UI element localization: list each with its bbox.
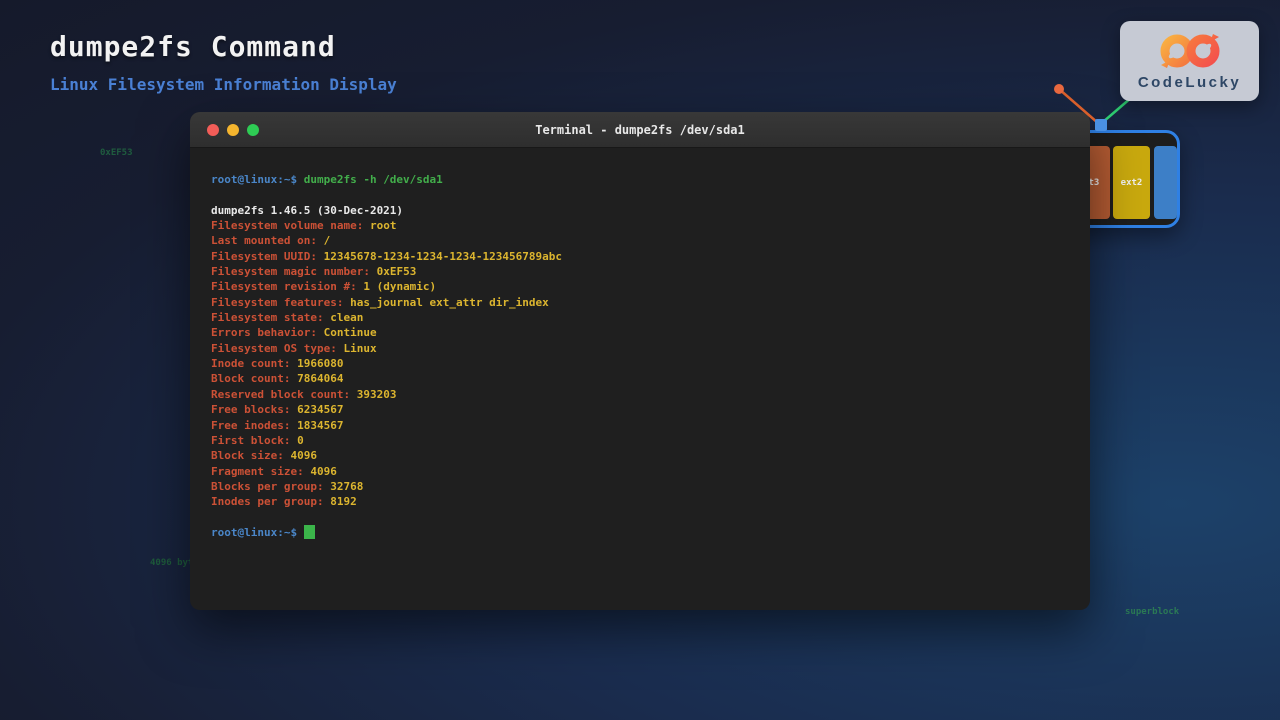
header: dumpe2fs Command Linux Filesystem Inform… bbox=[50, 30, 397, 94]
terminal-label: Free blocks: bbox=[211, 403, 297, 416]
terminal-cursor bbox=[304, 525, 315, 539]
page-subtitle: Linux Filesystem Information Display bbox=[50, 75, 397, 94]
terminal-value: 1834567 bbox=[297, 419, 343, 432]
terminal-value: 1966080 bbox=[297, 357, 343, 370]
terminal-label: First block: bbox=[211, 434, 297, 447]
terminal-value: 1 (dynamic) bbox=[363, 280, 436, 293]
terminal-line: Inode count: 1966080 bbox=[211, 356, 1069, 371]
terminal-value: 7864064 bbox=[297, 372, 343, 385]
terminal-value: Linux bbox=[343, 342, 376, 355]
terminal-line: Filesystem UUID: 12345678-1234-1234-1234… bbox=[211, 249, 1069, 264]
brand-card: CodeLucky bbox=[1120, 21, 1259, 101]
terminal-command: dumpe2fs -h /dev/sda1 bbox=[304, 173, 443, 186]
bg-annotation: superblock bbox=[1125, 607, 1179, 617]
terminal-line: dumpe2fs 1.46.5 (30-Dec-2021) bbox=[211, 203, 1069, 218]
terminal-value: 393203 bbox=[357, 388, 397, 401]
terminal-value: 12345678-1234-1234-1234-123456789abc bbox=[324, 250, 562, 263]
terminal-line: Filesystem state: clean bbox=[211, 310, 1069, 325]
terminal-label: Filesystem UUID: bbox=[211, 250, 324, 263]
fs-block-ext2: ext2 bbox=[1113, 146, 1150, 219]
terminal-line: First block: 0 bbox=[211, 433, 1069, 448]
terminal-titlebar[interactable]: Terminal - dumpe2fs /dev/sda1 bbox=[190, 112, 1090, 148]
terminal-line: Filesystem magic number: 0xEF53 bbox=[211, 264, 1069, 279]
codelucky-logo-icon bbox=[1148, 32, 1232, 72]
close-button[interactable] bbox=[207, 124, 219, 136]
terminal-line: Fragment size: 4096 bbox=[211, 464, 1069, 479]
fs-block bbox=[1154, 146, 1177, 219]
terminal-value: has_journal ext_attr dir_index bbox=[350, 296, 549, 309]
terminal-line: Filesystem OS type: Linux bbox=[211, 341, 1069, 356]
terminal-line: Filesystem revision #: 1 (dynamic) bbox=[211, 279, 1069, 294]
terminal-label: Fragment size: bbox=[211, 465, 310, 478]
terminal-window[interactable]: Terminal - dumpe2fs /dev/sda1 root@linux… bbox=[190, 112, 1090, 610]
terminal-value: 6234567 bbox=[297, 403, 343, 416]
page-title: dumpe2fs Command bbox=[50, 30, 397, 63]
terminal-label: Inodes per group: bbox=[211, 495, 330, 508]
terminal-value: clean bbox=[330, 311, 363, 324]
terminal-line: Last mounted on: / bbox=[211, 233, 1069, 248]
terminal-line: Reserved block count: 393203 bbox=[211, 387, 1069, 402]
terminal-value: 8192 bbox=[330, 495, 357, 508]
terminal-prompt: root@linux:~$ bbox=[211, 173, 304, 186]
brand-name: CodeLucky bbox=[1138, 74, 1241, 91]
terminal-value: Continue bbox=[324, 326, 377, 339]
terminal-line: Blocks per group: 32768 bbox=[211, 479, 1069, 494]
terminal-line: Free inodes: 1834567 bbox=[211, 418, 1069, 433]
terminal-value: 4096 bbox=[310, 465, 337, 478]
terminal-line: Errors behavior: Continue bbox=[211, 325, 1069, 340]
terminal-output[interactable]: root@linux:~$ dumpe2fs -h /dev/sda1 dump… bbox=[190, 148, 1090, 564]
terminal-label: Filesystem volume name: bbox=[211, 219, 370, 232]
terminal-value: root bbox=[370, 219, 397, 232]
terminal-label: Block count: bbox=[211, 372, 297, 385]
terminal-label: Filesystem state: bbox=[211, 311, 330, 324]
terminal-label: Inode count: bbox=[211, 357, 297, 370]
terminal-label: Filesystem OS type: bbox=[211, 342, 343, 355]
terminal-label: Filesystem features: bbox=[211, 296, 350, 309]
terminal-prompt: root@linux:~$ bbox=[211, 526, 304, 539]
terminal-value: 0xEF53 bbox=[377, 265, 417, 278]
terminal-line: Block size: 4096 bbox=[211, 448, 1069, 463]
terminal-value: 0 bbox=[297, 434, 304, 447]
terminal-line: Free blocks: 6234567 bbox=[211, 402, 1069, 417]
connector-dot-orange bbox=[1054, 84, 1064, 94]
terminal-value: / bbox=[324, 234, 331, 247]
terminal-value: 32768 bbox=[330, 480, 363, 493]
terminal-label: Filesystem revision #: bbox=[211, 280, 363, 293]
terminal-line bbox=[211, 187, 1069, 202]
terminal-line: Inodes per group: 8192 bbox=[211, 494, 1069, 509]
terminal-line: Block count: 7864064 bbox=[211, 371, 1069, 386]
terminal-label: Filesystem magic number: bbox=[211, 265, 377, 278]
terminal-label: Last mounted on: bbox=[211, 234, 324, 247]
terminal-line bbox=[211, 510, 1069, 525]
terminal-title: Terminal - dumpe2fs /dev/sda1 bbox=[190, 123, 1090, 137]
minimize-button[interactable] bbox=[227, 124, 239, 136]
terminal-line: root@linux:~$ dumpe2fs -h /dev/sda1 bbox=[211, 172, 1069, 187]
bg-annotation: 0xEF53 bbox=[100, 148, 133, 158]
terminal-line: root@linux:~$ bbox=[211, 525, 1069, 540]
maximize-button[interactable] bbox=[247, 124, 259, 136]
terminal-value: 4096 bbox=[290, 449, 317, 462]
terminal-label: Blocks per group: bbox=[211, 480, 330, 493]
terminal-label: Block size: bbox=[211, 449, 290, 462]
terminal-line: Filesystem volume name: root bbox=[211, 218, 1069, 233]
terminal-text: dumpe2fs 1.46.5 (30-Dec-2021) bbox=[211, 204, 403, 217]
terminal-line: Filesystem features: has_journal ext_att… bbox=[211, 295, 1069, 310]
traffic-lights bbox=[207, 124, 259, 136]
terminal-label: Errors behavior: bbox=[211, 326, 324, 339]
terminal-label: Free inodes: bbox=[211, 419, 297, 432]
terminal-label: Reserved block count: bbox=[211, 388, 357, 401]
